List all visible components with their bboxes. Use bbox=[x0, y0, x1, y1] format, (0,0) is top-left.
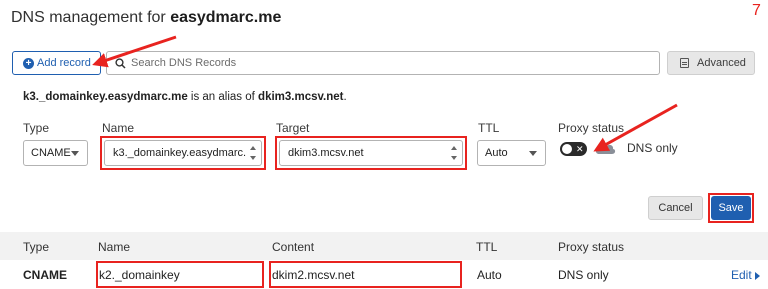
annotation-highlight-row-name bbox=[96, 261, 264, 288]
chevron-down-icon bbox=[71, 151, 79, 156]
edit-link[interactable]: Edit bbox=[731, 268, 760, 282]
cancel-button[interactable]: Cancel bbox=[648, 196, 703, 220]
alias-middle: is an alias of bbox=[187, 91, 259, 103]
search-icon bbox=[115, 57, 126, 69]
toggle-off-icon: ✕ bbox=[576, 144, 584, 154]
search-field[interactable] bbox=[106, 51, 660, 75]
ttl-select[interactable]: Auto bbox=[477, 140, 546, 166]
search-input[interactable] bbox=[131, 57, 631, 69]
alias-end: . bbox=[343, 91, 347, 103]
annotation-highlight-target bbox=[275, 136, 467, 170]
proxy-status-label: Proxy status bbox=[558, 121, 625, 135]
ttl-select-value: Auto bbox=[485, 147, 508, 159]
type-label: Type bbox=[23, 121, 50, 135]
annotation-highlight-row-content bbox=[269, 261, 462, 288]
caret-right-icon bbox=[754, 272, 760, 280]
advanced-icon bbox=[680, 58, 689, 68]
ttl-label: TTL bbox=[478, 121, 500, 135]
col-content: Content bbox=[272, 240, 315, 254]
row-proxy-status: DNS only bbox=[558, 268, 609, 282]
page-title: DNS management for easydmarc.me bbox=[11, 9, 281, 27]
annotation-step-number: 7 bbox=[752, 2, 761, 19]
add-record-button[interactable]: + Add record bbox=[12, 51, 101, 75]
cloud-icon bbox=[596, 144, 616, 154]
col-ttl: TTL bbox=[476, 240, 498, 254]
edit-label: Edit bbox=[731, 268, 752, 282]
add-record-label: Add record bbox=[37, 57, 91, 69]
row-type: CNAME bbox=[23, 268, 67, 282]
proxy-status-value: DNS only bbox=[627, 141, 678, 155]
alias-target: dkim3.mcsv.net bbox=[258, 91, 344, 103]
col-type: Type bbox=[23, 240, 50, 254]
row-ttl: Auto bbox=[477, 268, 502, 282]
annotation-highlight-save bbox=[708, 193, 754, 223]
advanced-label: Advanced bbox=[697, 57, 746, 69]
name-label: Name bbox=[102, 121, 135, 135]
page-title-prefix: DNS management for bbox=[11, 9, 171, 26]
toggle-knob bbox=[562, 144, 572, 154]
col-name: Name bbox=[98, 240, 131, 254]
plus-circle-icon: + bbox=[23, 57, 34, 69]
alias-source: k3._domainkey.easydmarc.me bbox=[23, 91, 188, 103]
target-label: Target bbox=[276, 121, 310, 135]
annotation-highlight-name bbox=[100, 136, 266, 170]
advanced-button[interactable]: Advanced bbox=[667, 51, 755, 75]
type-select-value: CNAME bbox=[31, 147, 71, 159]
alias-note: k3._domainkey.easydmarc.me is an alias o… bbox=[23, 91, 347, 103]
proxy-toggle[interactable]: ✕ bbox=[560, 142, 587, 156]
page-title-domain: easydmarc.me bbox=[170, 9, 282, 26]
records-table-header: Type Name Content TTL Proxy status bbox=[0, 232, 768, 260]
chevron-down-icon bbox=[529, 151, 537, 156]
col-proxy-status: Proxy status bbox=[558, 240, 625, 254]
type-select[interactable]: CNAME bbox=[23, 140, 88, 166]
